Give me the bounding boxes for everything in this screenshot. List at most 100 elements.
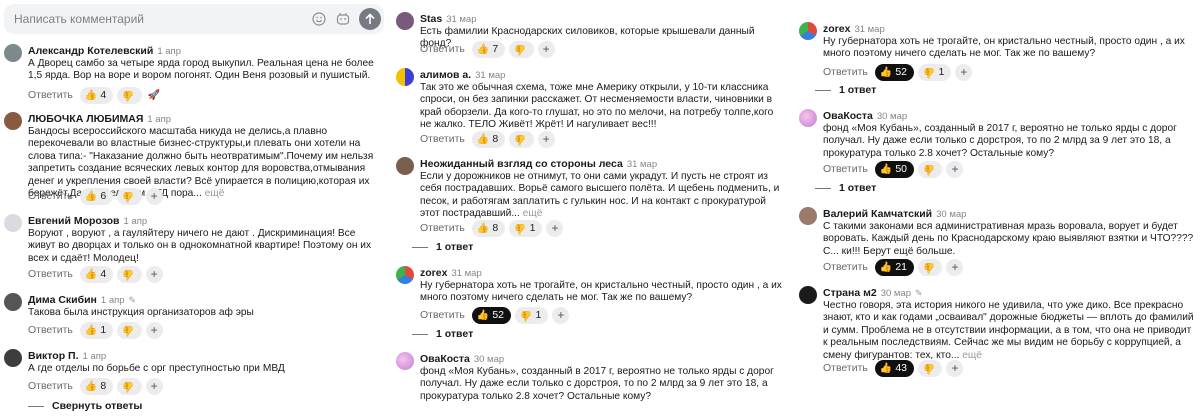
dislike-button[interactable]: 👍 bbox=[117, 86, 142, 104]
dislike-button[interactable]: 👍 bbox=[117, 187, 142, 205]
dislike-button[interactable]: 👍 bbox=[117, 321, 142, 339]
reply-link[interactable]: Ответить bbox=[28, 268, 73, 280]
author-name[interactable]: ЛЮБОЧКА ЛЮБИМАЯ bbox=[28, 113, 143, 125]
comment-actions: Ответить 👍 52 👍 1 + bbox=[823, 63, 973, 81]
comment-actions: Ответить 👍 7 👍 + bbox=[420, 40, 555, 58]
dislike-button[interactable]: 👍 bbox=[918, 160, 943, 178]
like-button[interactable]: 👍 50 bbox=[874, 160, 915, 178]
reply-link[interactable]: Ответить bbox=[823, 261, 868, 273]
reply-link[interactable]: Ответить bbox=[420, 222, 465, 234]
add-reaction-button[interactable]: + bbox=[537, 40, 555, 58]
author-name[interactable]: Дима Скибин bbox=[28, 294, 97, 306]
like-button[interactable]: 👍 4 bbox=[79, 86, 114, 104]
dislike-button[interactable]: 👍 bbox=[918, 359, 943, 377]
comment-date: 1 апр bbox=[123, 216, 148, 227]
sticker-icon[interactable] bbox=[335, 11, 351, 27]
add-reaction-button[interactable]: + bbox=[955, 63, 973, 81]
author-name[interactable]: zorex bbox=[420, 267, 447, 279]
like-count: 8 bbox=[100, 380, 107, 392]
like-count: 8 bbox=[492, 222, 499, 234]
add-reaction-button[interactable]: + bbox=[537, 130, 555, 148]
author-name[interactable]: zorex bbox=[823, 23, 850, 35]
add-reaction-button[interactable]: + bbox=[946, 160, 964, 178]
author-name[interactable]: Stas bbox=[420, 13, 442, 25]
like-button[interactable]: 👍 4 bbox=[79, 265, 114, 283]
like-button[interactable]: 👍 52 bbox=[471, 306, 512, 324]
reply-link[interactable]: Ответить bbox=[823, 163, 868, 175]
reply-link[interactable]: Ответить bbox=[420, 43, 465, 55]
more-link[interactable]: ещё bbox=[523, 208, 543, 219]
show-replies-button[interactable]: 1 ответ bbox=[412, 241, 473, 253]
more-link[interactable]: ещё bbox=[962, 350, 982, 361]
dislike-button[interactable]: 👍 1 bbox=[509, 219, 543, 237]
like-button[interactable]: 👍 6 bbox=[79, 187, 114, 205]
add-reaction-button[interactable]: + bbox=[145, 187, 163, 205]
dislike-button[interactable]: 👍 1 bbox=[918, 63, 952, 81]
comment-actions: Ответить 👍 1 👍 + bbox=[28, 321, 163, 339]
like-button[interactable]: 👍 1 bbox=[79, 321, 114, 339]
add-reaction-button[interactable]: + bbox=[946, 359, 964, 377]
comment-text: А Дворец самбо за четыре ярда город выку… bbox=[28, 58, 374, 82]
add-reaction-button[interactable]: + bbox=[145, 321, 163, 339]
like-button[interactable]: 👍 8 bbox=[79, 377, 114, 395]
comment-text: Воруют , воруют , а гауляйтеру ничего не… bbox=[28, 228, 372, 264]
author-name[interactable]: ОваКоста bbox=[420, 353, 470, 365]
comment-actions: Ответить 👍 50 👍 + bbox=[823, 160, 964, 178]
add-reaction-button[interactable]: + bbox=[145, 377, 163, 395]
add-reaction-button[interactable]: + bbox=[145, 265, 163, 283]
comment-actions: Ответить 👍 21 👍 + bbox=[823, 258, 964, 276]
thumbs-up-icon: 👍 bbox=[879, 362, 893, 374]
show-replies-button[interactable]: 1 ответ bbox=[412, 328, 473, 340]
reply-link[interactable]: Ответить bbox=[420, 309, 465, 321]
send-button[interactable] bbox=[359, 8, 381, 30]
like-button[interactable]: 👍 7 bbox=[471, 40, 506, 58]
dislike-button[interactable]: 👍 bbox=[509, 130, 534, 148]
dislike-button[interactable]: 👍 bbox=[918, 258, 943, 276]
show-replies-button[interactable]: 1 ответ bbox=[815, 182, 876, 194]
reply-link[interactable]: Ответить bbox=[823, 66, 868, 78]
like-count: 4 bbox=[100, 89, 107, 101]
add-reaction-button[interactable]: + bbox=[552, 306, 570, 324]
rocket-icon[interactable]: 🚀 bbox=[146, 87, 163, 104]
comment-text: Такова была инструкция организаторов аф … bbox=[28, 307, 254, 318]
author-name[interactable]: Евгений Морозов bbox=[28, 215, 120, 227]
comment-input[interactable]: Написать комментарий bbox=[4, 4, 384, 34]
like-button[interactable]: 👍 43 bbox=[874, 359, 915, 377]
show-replies-button[interactable]: 1 ответ bbox=[815, 84, 876, 96]
like-button[interactable]: 👍 8 bbox=[471, 130, 506, 148]
avatar bbox=[396, 157, 414, 175]
like-button[interactable]: 👍 52 bbox=[874, 63, 915, 81]
dislike-button[interactable]: 👍 bbox=[117, 265, 142, 283]
author-name[interactable]: Неожиданный взгляд со стороны леса bbox=[420, 158, 623, 170]
author-name[interactable]: Александр Котелевский bbox=[28, 45, 153, 57]
reply-link[interactable]: Ответить bbox=[420, 133, 465, 145]
add-reaction-button[interactable]: + bbox=[946, 258, 964, 276]
reply-link[interactable]: Ответить bbox=[28, 89, 73, 101]
add-reaction-button[interactable]: + bbox=[546, 219, 564, 237]
avatar bbox=[4, 112, 22, 130]
reply-link[interactable]: Ответить bbox=[823, 362, 868, 374]
reply-link[interactable]: Ответить bbox=[28, 190, 73, 202]
author-name[interactable]: Валерий Камчатский bbox=[823, 208, 932, 220]
thumbs-down-icon: 👍 bbox=[923, 66, 936, 78]
like-button[interactable]: 👍 21 bbox=[874, 258, 915, 276]
author-name[interactable]: алимов а. bbox=[420, 69, 471, 81]
edited-pencil-icon: ✎ bbox=[128, 295, 137, 305]
author-name[interactable]: Страна м2 bbox=[823, 287, 877, 299]
avatar bbox=[396, 12, 414, 30]
reply-link[interactable]: Ответить bbox=[28, 324, 73, 336]
comment-actions: Ответить 👍 4 👍 + bbox=[28, 265, 163, 283]
emoji-icon[interactable] bbox=[311, 11, 327, 27]
comment-text: С такими законами вся административная м… bbox=[823, 221, 1194, 257]
author-name[interactable]: Виктор П. bbox=[28, 350, 79, 362]
collapse-replies-button[interactable]: Свернуть ответы bbox=[28, 400, 142, 412]
like-button[interactable]: 👍 8 bbox=[471, 219, 506, 237]
avatar bbox=[799, 207, 817, 225]
reply-link[interactable]: Ответить bbox=[28, 380, 73, 392]
dislike-button[interactable]: 👍 1 bbox=[515, 306, 549, 324]
dislike-button[interactable]: 👍 bbox=[117, 377, 142, 395]
comment-date: 30 мар bbox=[880, 288, 911, 299]
author-name[interactable]: ОваКоста bbox=[823, 110, 873, 122]
dislike-button[interactable]: 👍 bbox=[509, 40, 534, 58]
more-link[interactable]: ещё bbox=[205, 188, 225, 199]
